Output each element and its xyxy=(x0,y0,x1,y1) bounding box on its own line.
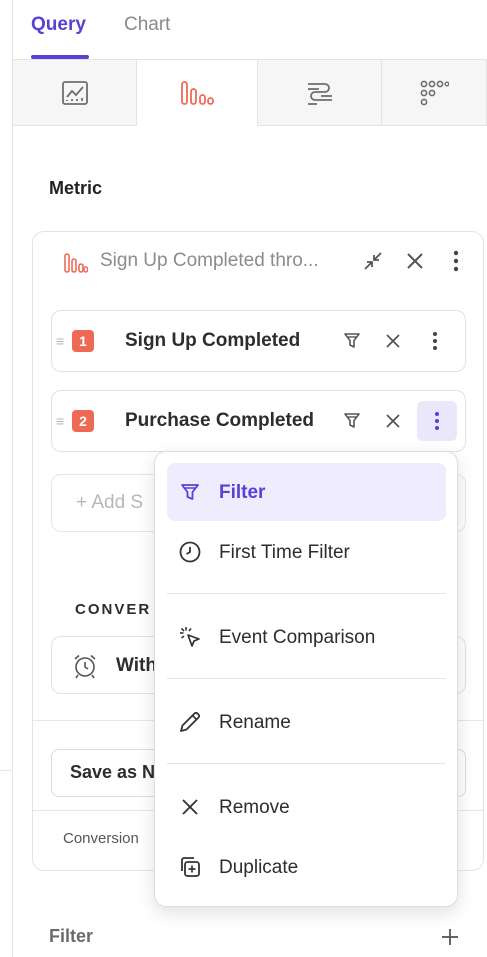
collapse-button[interactable] xyxy=(360,248,386,274)
kebab-menu-icon xyxy=(435,412,439,430)
kebab-menu-icon xyxy=(453,250,459,272)
conversion-footer-label: Conversion xyxy=(63,830,139,847)
menu-divider xyxy=(167,763,446,764)
chart-tab-retention[interactable] xyxy=(382,60,487,126)
filter-icon xyxy=(344,413,360,428)
funnel-step[interactable]: ≡ 1 Sign Up Completed xyxy=(51,310,466,372)
conversion-criteria-label: CONVER xyxy=(75,601,152,618)
duplicate-icon xyxy=(181,857,200,877)
funnel-chart-icon xyxy=(64,253,88,273)
tab-chart[interactable]: Chart xyxy=(124,14,170,36)
close-icon xyxy=(182,799,198,815)
metric-card-header[interactable]: Sign Up Completed thro... xyxy=(33,232,483,292)
flows-chart-icon xyxy=(307,82,332,105)
step-remove-button[interactable] xyxy=(381,329,405,353)
menu-item-remove[interactable]: Remove xyxy=(167,778,446,836)
chart-type-tabs xyxy=(13,60,487,126)
metric-card-title: Sign Up Completed thro... xyxy=(100,250,319,271)
step-remove-button[interactable] xyxy=(381,409,405,433)
close-icon xyxy=(386,334,400,348)
funnel-chart-icon xyxy=(181,80,214,105)
tab-query[interactable]: Query xyxy=(31,14,86,36)
menu-item-filter[interactable]: Filter xyxy=(167,463,446,521)
drag-handle-icon[interactable]: ≡ xyxy=(56,413,64,429)
metric-section-title: Metric xyxy=(49,178,103,198)
close-icon xyxy=(407,253,423,269)
retention-grid-icon xyxy=(420,80,449,105)
filter-section-title: Filter xyxy=(49,926,94,946)
menu-label: First Time Filter xyxy=(219,542,350,563)
metric-more-button[interactable] xyxy=(443,248,469,274)
plus-icon xyxy=(442,929,458,945)
step-number-badge: 1 xyxy=(72,330,94,352)
alarm-clock-icon xyxy=(74,654,96,679)
panel-divider xyxy=(0,770,12,771)
drag-handle-icon[interactable]: ≡ xyxy=(56,333,64,349)
kebab-menu-icon xyxy=(433,332,437,350)
menu-item-duplicate[interactable]: Duplicate xyxy=(167,838,446,896)
menu-divider xyxy=(167,593,446,594)
insights-chart-icon xyxy=(61,80,88,105)
step-label[interactable]: Purchase Completed xyxy=(125,410,314,432)
menu-label: Remove xyxy=(219,797,290,818)
menu-label: Filter xyxy=(219,482,266,503)
funnel-step[interactable]: ≡ 2 Purchase Completed xyxy=(51,390,466,452)
top-tabs: Query Chart xyxy=(13,0,487,60)
collapse-arrows-icon xyxy=(364,252,382,270)
step-more-button[interactable] xyxy=(417,401,457,441)
pencil-icon xyxy=(180,711,201,732)
menu-label: Duplicate xyxy=(219,857,299,878)
menu-item-rename[interactable]: Rename xyxy=(167,693,446,751)
chart-tab-insights[interactable] xyxy=(13,60,137,126)
close-icon xyxy=(386,414,400,428)
step-filter-button[interactable] xyxy=(340,329,364,353)
cursor-click-icon xyxy=(180,627,200,647)
clock-icon xyxy=(179,541,201,563)
add-filter-button[interactable] xyxy=(438,925,462,949)
menu-label: Event Comparison xyxy=(219,627,376,648)
close-metric-button[interactable] xyxy=(402,248,428,274)
step-filter-button[interactable] xyxy=(340,409,364,433)
tab-underline xyxy=(31,55,89,59)
step-more-button[interactable] xyxy=(421,327,449,355)
panel-border xyxy=(12,0,13,957)
add-step-label: + Add S xyxy=(76,492,144,513)
chart-tab-flows[interactable] xyxy=(258,60,382,126)
chart-tab-funnels[interactable] xyxy=(137,60,258,126)
step-number-badge: 2 xyxy=(72,410,94,432)
menu-divider xyxy=(167,678,446,679)
step-label[interactable]: Sign Up Completed xyxy=(125,330,300,352)
menu-item-first-time-filter[interactable]: First Time Filter xyxy=(167,523,446,581)
menu-label: Rename xyxy=(219,712,291,733)
save-as-label: Save as N xyxy=(70,762,156,782)
conversion-window-label: With xyxy=(116,655,157,676)
menu-item-event-comparison[interactable]: Event Comparison xyxy=(167,608,446,666)
filter-icon xyxy=(344,333,360,348)
filter-icon xyxy=(181,484,199,500)
step-options-menu: Filter First Time Filter Event Compariso… xyxy=(154,451,458,907)
